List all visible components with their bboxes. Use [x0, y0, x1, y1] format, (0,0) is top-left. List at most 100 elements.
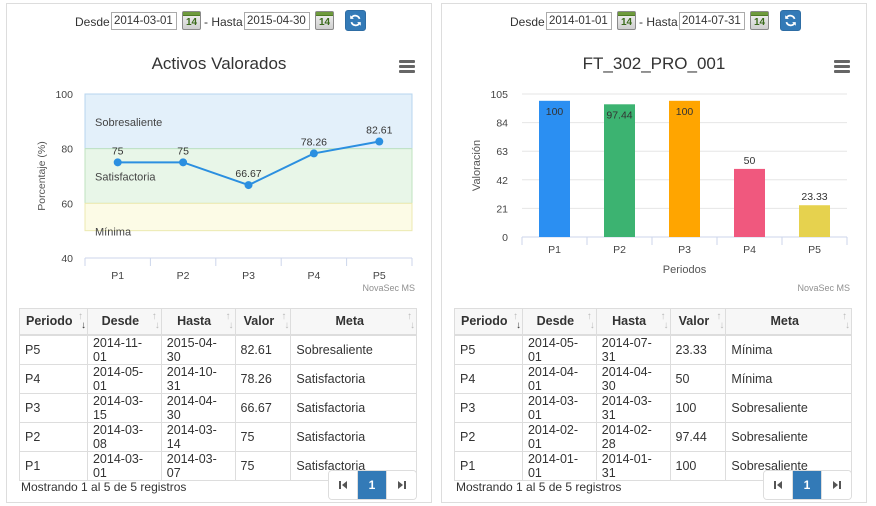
chart-credit: NovaSec MS [362, 283, 415, 293]
last-page-icon [397, 481, 406, 489]
last-page-button[interactable] [387, 471, 416, 499]
calendar-icon[interactable]: 14 [182, 11, 201, 30]
table-cell: 2014-07-31 [595, 334, 671, 365]
sort-icon: ↑↓ [716, 311, 724, 331]
x-tick-label: P1 [111, 270, 124, 282]
page-button[interactable]: 1 [793, 471, 822, 499]
table-cell: 75 [234, 421, 292, 452]
panel-ft-302: Desde 14 - Hasta 14 FT_302_PRO_001 02142… [441, 3, 867, 503]
column-header-label: Desde [101, 314, 140, 329]
bar [734, 168, 765, 237]
table-cell: P3 [19, 392, 88, 423]
table-cell: 2014-03-14 [160, 421, 236, 452]
column-header-periodo[interactable]: Periodo ↑↓ [19, 308, 88, 336]
table-cell: 100 [669, 450, 727, 481]
table-cell: P5 [454, 334, 523, 365]
column-header-valor[interactable]: Valor ↑↓ [669, 308, 727, 336]
pagination: 1 [328, 470, 417, 500]
data-label: 66.67 [235, 168, 261, 180]
bar [669, 100, 700, 237]
bar-chart-svg: 0 21 42 63 84 105 Valoración 100 P1 97.44 P2 100 P3 5… [471, 89, 848, 276]
first-page-button[interactable] [764, 471, 793, 499]
y-tick-label: 42 [496, 175, 508, 187]
date-from-input[interactable] [111, 12, 177, 30]
first-page-icon [339, 481, 347, 489]
date-to-input[interactable] [679, 12, 745, 30]
y-tick-label: 40 [61, 253, 73, 265]
sort-icon: ↑↓ [281, 311, 289, 331]
refresh-icon [350, 14, 361, 27]
date-range-bar: Desde 14 - Hasta 14 [7, 10, 431, 32]
column-header-hasta[interactable]: Hasta ↑↓ [595, 308, 671, 336]
plot-band-label: Sobresaliente [95, 117, 162, 129]
table-row: P4 2014-05-01 2014-10-31 78.26 Satisfactoria [19, 363, 417, 394]
table-cell: 78.26 [234, 363, 292, 394]
table-cell: 2014-11-01 [86, 334, 162, 365]
sort-icon: ↑↓ [586, 311, 595, 331]
last-page-button[interactable] [822, 471, 851, 499]
first-page-button[interactable] [329, 471, 358, 499]
bar-chart: FT_302_PRO_001 0 21 42 63 84 105 Valoración 100… [442, 36, 866, 298]
column-header-label: Desde [536, 314, 575, 329]
first-page-icon [774, 481, 782, 489]
table-cell: Satisfactoria [290, 421, 417, 452]
column-header-label: Meta [770, 314, 799, 329]
table-cell: 2014-04-01 [521, 363, 597, 394]
column-header-label: Hasta [612, 314, 647, 329]
bar [799, 205, 830, 237]
x-tick-label: P5 [808, 244, 821, 256]
table-cell: 82.61 [234, 334, 292, 365]
line-chart: Activos Valorados Sobresaliente Satisfact… [7, 36, 431, 298]
page-button[interactable]: 1 [358, 471, 387, 499]
column-header-valor[interactable]: Valor ↑↓ [234, 308, 292, 336]
sort-icon: ↑↓ [512, 311, 521, 331]
table-cell: 2014-10-31 [160, 363, 236, 394]
column-header-label: Hasta [177, 314, 212, 329]
table-cell: 50 [669, 363, 727, 394]
data-label: 100 [676, 106, 694, 118]
column-header-desde[interactable]: Desde ↑↓ [86, 308, 162, 336]
table-cell: Sobresaliente [290, 334, 417, 365]
date-from-input[interactable] [546, 12, 612, 30]
refresh-button[interactable] [345, 10, 366, 31]
date-from-label: Desde [510, 15, 545, 29]
table-cell: P2 [454, 421, 523, 452]
table-row: P3 2014-03-15 2014-04-30 66.67 Satisfactoria [19, 392, 417, 423]
date-to-input[interactable] [244, 12, 310, 30]
calendar-icon[interactable]: 14 [617, 11, 636, 30]
table-info: Mostrando 1 al 5 de 5 registros [456, 480, 622, 494]
column-header-label: Meta [335, 314, 364, 329]
refresh-button[interactable] [780, 10, 801, 31]
y-axis-title: Valoración [471, 140, 483, 191]
table-cell: 2014-02-01 [521, 421, 597, 452]
table-cell: P3 [454, 392, 523, 423]
sort-icon: ↑↓ [660, 311, 669, 331]
panel-activos-valorados: Desde 14 - Hasta 14 Activos Valorados So… [6, 3, 432, 503]
column-header-desde[interactable]: Desde ↑↓ [521, 308, 597, 336]
column-header-hasta[interactable]: Hasta ↑↓ [160, 308, 236, 336]
column-header-meta[interactable]: Meta ↑↓ [725, 308, 852, 336]
table-cell: P4 [454, 363, 523, 394]
calendar-icon[interactable]: 14 [750, 11, 769, 30]
table-row: P5 2014-11-01 2015-04-30 82.61 Sobresaliente [19, 334, 417, 365]
x-tick-label: P3 [242, 270, 255, 282]
refresh-icon [785, 14, 796, 27]
table-cell: Sobresaliente [725, 421, 852, 452]
table-cell: 97.44 [669, 421, 727, 452]
data-label: 50 [744, 155, 756, 167]
sort-icon: ↑↓ [151, 311, 160, 331]
table-info: Mostrando 1 al 5 de 5 registros [21, 480, 187, 494]
column-header-periodo[interactable]: Periodo ↑↓ [454, 308, 523, 336]
x-tick-label: P2 [177, 270, 190, 282]
table-cell: Sobresaliente [725, 392, 852, 423]
plot-band-label: Mínima [95, 226, 132, 238]
plot-band [84, 202, 413, 232]
calendar-icon[interactable]: 14 [315, 11, 334, 30]
data-table: Periodo ↑↓ Desde ↑↓ Hasta ↑↓ Valor ↑↓ Meta ↑↓ P5 2… [454, 308, 852, 481]
table-cell: 2014-03-07 [160, 450, 236, 481]
table-cell: 100 [669, 392, 727, 423]
column-header-meta[interactable]: Meta ↑↓ [290, 308, 417, 336]
bar [604, 104, 635, 238]
table-cell: 2014-05-01 [521, 334, 597, 365]
data-label: 75 [177, 145, 189, 157]
